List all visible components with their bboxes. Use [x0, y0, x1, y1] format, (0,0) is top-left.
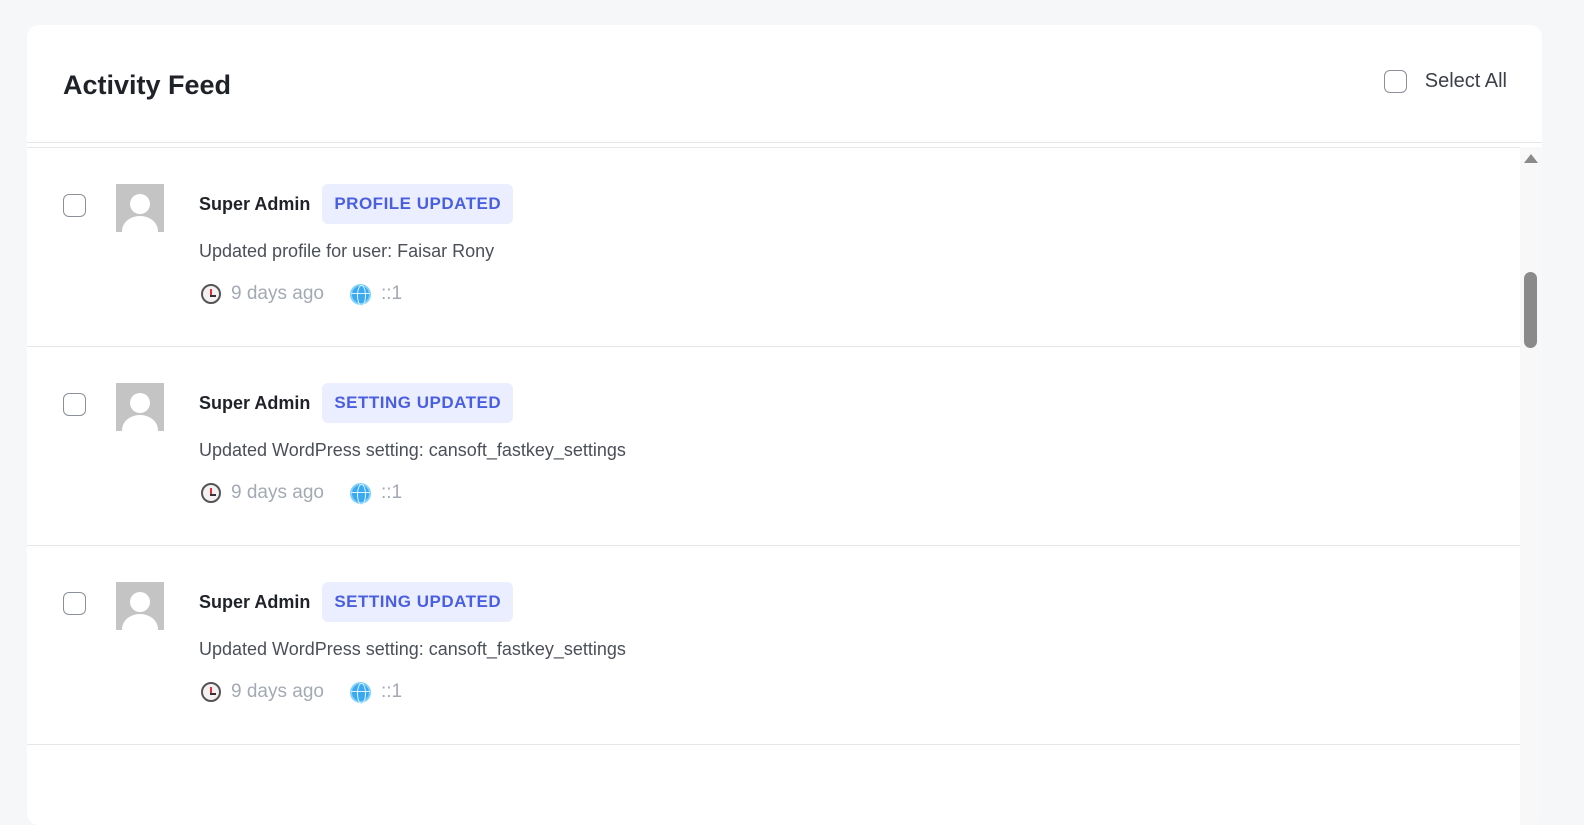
activity-badge: PROFILE UPDATED: [322, 184, 514, 224]
activity-feed-card: Activity Feed Select All Super Admin PROF…: [27, 25, 1542, 825]
activity-time: 9 days ago: [231, 283, 324, 304]
user-name: Super Admin: [199, 591, 311, 612]
activity-item: Super Admin SETTING UPDATED Updated WordP…: [27, 546, 1520, 745]
select-all[interactable]: Select All: [1383, 70, 1507, 93]
activity-checkbox[interactable]: [63, 393, 86, 416]
clock-icon: [201, 284, 221, 304]
select-all-checkbox[interactable]: [1383, 70, 1407, 93]
activity-description: Updated WordPress setting: cansoft_fastk…: [199, 639, 626, 659]
card-header: Activity Feed Select All: [27, 25, 1542, 143]
scroll-up-arrow-icon[interactable]: [1524, 154, 1538, 163]
activity-description: Updated WordPress setting: cansoft_fastk…: [199, 440, 626, 460]
activity-description: Updated profile for user: Faisar Rony: [199, 241, 495, 261]
avatar: [116, 582, 164, 630]
activity-time: 9 days ago: [231, 482, 324, 503]
scrollbar-thumb[interactable]: [1524, 272, 1537, 348]
globe-icon: [349, 681, 371, 704]
page-title: Activity Feed: [63, 70, 232, 100]
activity-ip: ::1: [380, 482, 403, 503]
activity-badge: SETTING UPDATED: [322, 383, 514, 423]
activity-ip: ::1: [380, 283, 403, 304]
scrollbar[interactable]: [1520, 147, 1542, 825]
globe-icon: [349, 482, 371, 505]
activity-item: Super Admin SETTING UPDATED Updated WordP…: [27, 347, 1520, 546]
avatar: [116, 184, 164, 232]
activity-checkbox[interactable]: [63, 592, 86, 615]
clock-icon: [201, 483, 221, 503]
user-name: Super Admin: [199, 392, 311, 413]
activity-time: 9 days ago: [231, 681, 324, 702]
activity-item: Super Admin PROFILE UPDATED Updated profi…: [27, 148, 1520, 347]
globe-icon: [349, 283, 371, 306]
clock-icon: [201, 682, 221, 702]
user-name: Super Admin: [199, 193, 311, 214]
avatar: [116, 383, 164, 431]
activity-checkbox[interactable]: [63, 194, 86, 217]
select-all-label: Select All: [1424, 70, 1507, 92]
activity-list: Super Admin PROFILE UPDATED Updated profi…: [27, 147, 1520, 745]
activity-ip: ::1: [380, 681, 403, 702]
activity-badge: SETTING UPDATED: [322, 582, 514, 622]
